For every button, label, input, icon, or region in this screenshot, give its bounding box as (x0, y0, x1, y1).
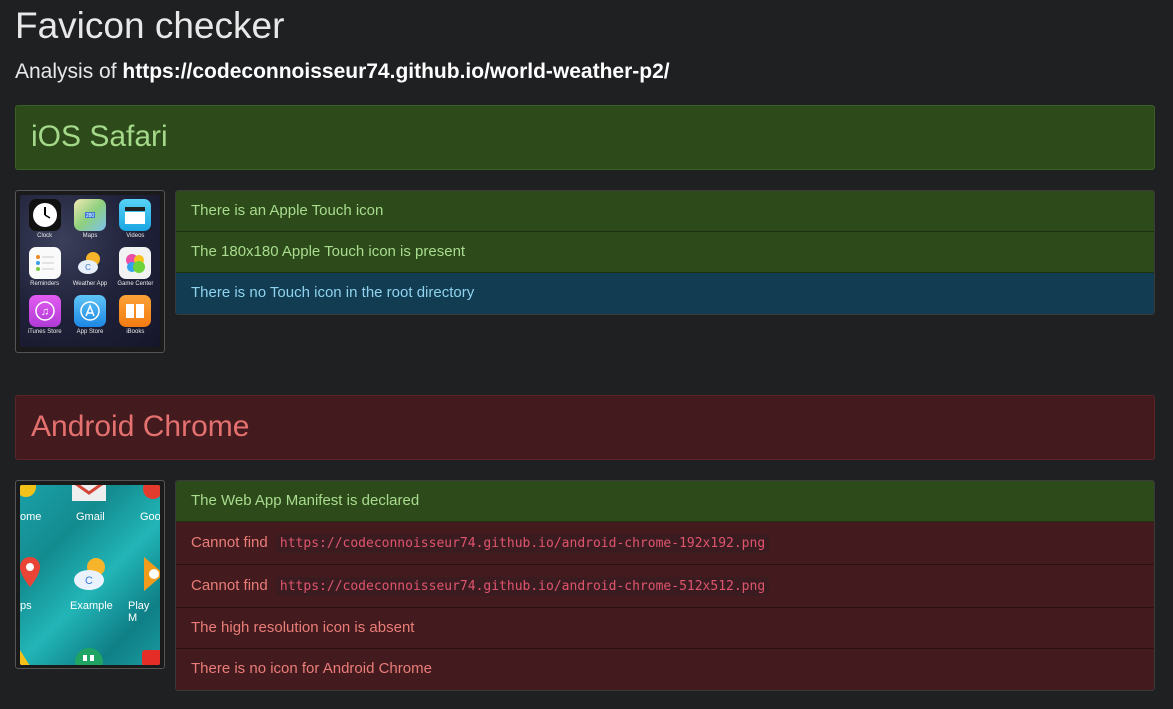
missing-file-url: https://codeconnoisseur74.github.io/andr… (275, 534, 770, 553)
chrome-icon (20, 485, 36, 497)
maps-icon: 280 (73, 199, 106, 231)
list-item: Cannot find https://codeconnoisseur74.gi… (176, 522, 1154, 565)
svg-text:280: 280 (86, 213, 95, 219)
list-item: Cannot find https://codeconnoisseur74.gi… (176, 565, 1154, 608)
drive-icon (20, 650, 30, 665)
ios-app-app-store: App Store (67, 295, 112, 343)
android-app-label: Goo (140, 511, 160, 523)
ios-app-itunes: ♫ iTunes Store (22, 295, 67, 343)
book-icon (119, 295, 152, 327)
list-item-text: Cannot find (191, 534, 268, 551)
google-icon (143, 485, 160, 499)
app-store-icon (73, 295, 106, 327)
ios-app-label: Weather App (72, 281, 108, 287)
android-results-list: The Web App Manifest is declared Cannot … (175, 480, 1155, 691)
ios-results-list: There is an Apple Touch icon The 180x180… (175, 190, 1155, 315)
ios-app-label: Maps (82, 233, 98, 239)
ios-app-label: Clock (37, 233, 53, 239)
reminders-icon (28, 247, 61, 279)
android-app-label: Play M (128, 600, 150, 624)
weather-cloud-icon: C (74, 247, 106, 279)
list-item-text: Cannot find (191, 577, 268, 594)
analysis-prefix: Analysis of (15, 60, 117, 83)
ios-app-weather: C Weather App (67, 247, 112, 295)
ios-app-clock: Clock (22, 199, 67, 247)
android-app-label: Example (70, 600, 113, 612)
missing-file-url: https://codeconnoisseur74.github.io/andr… (275, 577, 770, 596)
gmail-icon (72, 485, 106, 501)
android-app-label: ps (20, 600, 32, 612)
ios-app-videos: Videos (113, 199, 158, 247)
svg-text:♫: ♫ (41, 306, 49, 318)
ios-app-label: iTunes Store (27, 329, 62, 335)
list-item: The high resolution icon is absent (176, 608, 1154, 649)
youtube-icon (142, 650, 160, 665)
ios-app-maps: 280 Maps (67, 199, 112, 247)
ios-app-game-center: Game Center (113, 247, 158, 295)
music-note-icon: ♫ (28, 295, 61, 327)
page-title: Favicon checker (15, 5, 285, 46)
ios-app-ibooks: iBooks (113, 295, 158, 343)
analysis-url: https://codeconnoisseur74.github.io/worl… (122, 60, 670, 83)
maps-pin-icon (20, 557, 40, 587)
clapperboard-icon (119, 199, 152, 231)
ios-safari-heading: iOS Safari (15, 105, 1155, 170)
ios-screenshot: Clock 280 Maps Videos Reminders C Weathe… (15, 190, 165, 353)
game-center-icon (119, 247, 152, 279)
svg-text:C: C (85, 575, 93, 587)
android-chrome-heading: Android Chrome (15, 395, 1155, 460)
list-item: There is an Apple Touch icon (176, 191, 1154, 232)
android-app-label: ome (20, 511, 42, 523)
analysis-subtitle: Analysis of https://codeconnoisseur74.gi… (15, 58, 670, 86)
ios-app-label: Game Center (117, 281, 154, 287)
ios-app-label: App Store (76, 329, 104, 335)
ios-app-reminders: Reminders (22, 247, 67, 295)
ios-app-label: iBooks (126, 329, 145, 335)
list-item: There is no icon for Android Chrome (176, 649, 1154, 690)
ios-app-label: Videos (126, 233, 145, 239)
weather-cloud-icon: C (74, 558, 105, 590)
list-item: The Web App Manifest is declared (176, 481, 1154, 522)
android-screenshot: ome Gmail Goo ps C Example Play M (15, 480, 165, 669)
svg-text:C: C (85, 263, 91, 272)
clock-icon (28, 199, 61, 231)
android-home-screen: ome Gmail Goo ps C Example Play M (20, 485, 160, 665)
hangouts-icon (75, 648, 103, 665)
play-music-icon (144, 557, 160, 591)
list-item: The 180x180 Apple Touch icon is present (176, 232, 1154, 273)
ios-app-label: Reminders (30, 281, 60, 287)
android-app-label: Gmail (76, 511, 105, 523)
list-item: There is no Touch icon in the root direc… (176, 273, 1154, 314)
ios-home-screen: Clock 280 Maps Videos Reminders C Weathe… (20, 195, 160, 347)
